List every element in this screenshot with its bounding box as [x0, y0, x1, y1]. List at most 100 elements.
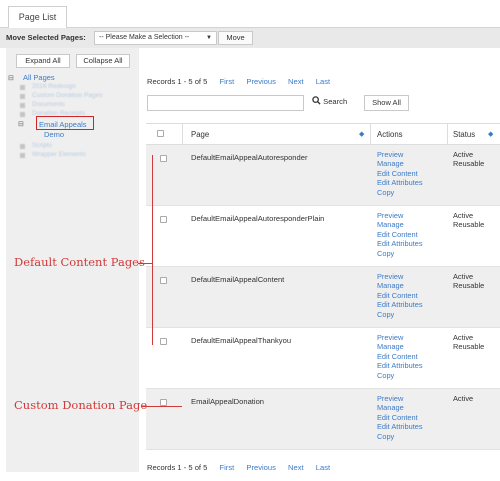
- pager-first-link[interactable]: First: [219, 77, 234, 86]
- status-value: Reusable: [453, 220, 485, 230]
- pager-next-link[interactable]: Next: [288, 463, 304, 472]
- action-preview-link[interactable]: Preview: [377, 150, 452, 159]
- folder-icon: [20, 103, 25, 108]
- tab-bar: Page List: [0, 0, 500, 29]
- action-edit-content-link[interactable]: Edit Content: [377, 291, 452, 300]
- move-pages-bar: Move Selected Pages: -- Please Make a Se…: [0, 28, 500, 48]
- page-name: EmailAppealDonation: [191, 397, 265, 406]
- pager-first-link[interactable]: First: [219, 463, 234, 472]
- action-manage-link[interactable]: Manage: [377, 220, 452, 229]
- move-pages-label: Move Selected Pages:: [6, 33, 86, 42]
- row-actions: Preview Manage Edit Content Edit Attributes…: [377, 211, 452, 258]
- page-name: DefaultEmailAppealContent: [191, 275, 285, 284]
- action-manage-link[interactable]: Manage: [377, 281, 452, 290]
- row-status: Active Reusable: [453, 333, 499, 352]
- action-edit-attributes-link[interactable]: Edit Attributes: [377, 300, 452, 309]
- table-row: DefaultEmailAppealThankyou Preview Manage E…: [146, 328, 500, 389]
- row-checkbox[interactable]: [160, 277, 167, 284]
- column-header-page[interactable]: Page: [191, 124, 209, 145]
- move-button[interactable]: Move: [218, 31, 253, 45]
- table-row: DefaultEmailAppealContent Preview Manage Ed…: [146, 267, 500, 328]
- action-edit-content-link[interactable]: Edit Content: [377, 352, 452, 361]
- tree-collapse-icon[interactable]: ⊟: [8, 74, 14, 82]
- tree-item-email-appeals[interactable]: Email Appeals: [39, 120, 87, 129]
- pager-previous-link[interactable]: Previous: [246, 463, 276, 472]
- row-checkbox[interactable]: [160, 155, 167, 162]
- sort-icon[interactable]: ◆: [488, 130, 493, 138]
- records-count: Records 1 - 5 of 5: [147, 77, 208, 86]
- action-preview-link[interactable]: Preview: [377, 333, 452, 342]
- expand-all-button[interactable]: Expand All: [16, 54, 70, 68]
- pager-bottom: Records 1 - 5 of 5 First Previous Next L…: [147, 463, 330, 472]
- action-preview-link[interactable]: Preview: [377, 394, 452, 403]
- sort-icon[interactable]: ◆: [359, 130, 364, 138]
- row-actions: Preview Manage Edit Content Edit Attributes…: [377, 150, 452, 197]
- pager-last-link[interactable]: Last: [316, 77, 330, 86]
- table-row: DefaultEmailAppealAutoresponderPlain Prev…: [146, 206, 500, 267]
- folder-icon: [20, 85, 25, 90]
- row-status: Active: [453, 394, 499, 403]
- action-edit-content-link[interactable]: Edit Content: [377, 413, 452, 422]
- action-manage-link[interactable]: Manage: [377, 159, 452, 168]
- search-button[interactable]: Search: [312, 96, 347, 106]
- action-copy-link[interactable]: Copy: [377, 310, 452, 319]
- row-actions: Preview Manage Edit Content Edit Attributes…: [377, 394, 452, 441]
- annotation-connector: [138, 263, 152, 264]
- column-divider: [370, 124, 371, 145]
- action-manage-link[interactable]: Manage: [377, 403, 452, 412]
- move-destination-select[interactable]: -- Please Make a Selection -- ▼: [94, 31, 217, 45]
- annotation-custom-donation-page: Custom Donation Page: [14, 398, 148, 412]
- annotation-bracket: [152, 155, 153, 345]
- tree-item-blurred[interactable]: Documents: [32, 101, 65, 108]
- row-checkbox[interactable]: [160, 338, 167, 345]
- tab-page-list[interactable]: Page List: [8, 6, 67, 29]
- status-value: Active: [453, 211, 474, 220]
- action-edit-content-link[interactable]: Edit Content: [377, 230, 452, 239]
- column-header-actions: Actions: [377, 130, 403, 139]
- action-edit-attributes-link[interactable]: Edit Attributes: [377, 178, 452, 187]
- page-name: DefaultEmailAppealAutoresponder: [191, 153, 308, 162]
- search-button-label: Search: [323, 97, 348, 106]
- search-input[interactable]: [147, 95, 304, 111]
- tree-item-demo[interactable]: Demo: [44, 130, 64, 139]
- show-all-button[interactable]: Show All: [364, 95, 409, 111]
- tree-item-blurred[interactable]: Scripts: [32, 142, 52, 149]
- status-value: Active: [453, 333, 474, 342]
- tree-item-blurred[interactable]: 2016 Redesign: [32, 83, 76, 90]
- row-checkbox[interactable]: [160, 216, 167, 223]
- tree-item-all-pages[interactable]: All Pages: [23, 73, 55, 82]
- records-count: Records 1 - 5 of 5: [147, 463, 208, 472]
- action-copy-link[interactable]: Copy: [377, 188, 452, 197]
- action-copy-link[interactable]: Copy: [377, 432, 452, 441]
- page-name: DefaultEmailAppealAutoresponderPlain: [191, 214, 325, 223]
- annotation-connector: [142, 406, 182, 407]
- row-actions: Preview Manage Edit Content Edit Attributes…: [377, 333, 452, 380]
- tree-item-blurred[interactable]: Wrapper Elements: [32, 151, 86, 158]
- action-preview-link[interactable]: Preview: [377, 211, 452, 220]
- annotation-default-content-pages: Default Content Pages: [14, 255, 145, 269]
- tree-item-blurred[interactable]: Custom Donation Pages: [32, 92, 102, 99]
- row-checkbox[interactable]: [160, 399, 167, 406]
- tree-collapse-icon[interactable]: ⊟: [18, 120, 24, 128]
- action-manage-link[interactable]: Manage: [377, 342, 452, 351]
- action-edit-attributes-link[interactable]: Edit Attributes: [377, 239, 452, 248]
- collapse-all-button[interactable]: Collapse All: [76, 54, 130, 68]
- action-edit-attributes-link[interactable]: Edit Attributes: [377, 422, 452, 431]
- pager-last-link[interactable]: Last: [316, 463, 330, 472]
- pages-table: Page ◆ Actions Status ◆ DefaultEmailAppe…: [146, 123, 500, 457]
- pager-previous-link[interactable]: Previous: [246, 77, 276, 86]
- chevron-down-icon: ▼: [206, 35, 212, 41]
- move-select-value: -- Please Make a Selection --: [99, 34, 190, 41]
- status-value: Reusable: [453, 159, 485, 169]
- column-header-status[interactable]: Status: [453, 124, 475, 145]
- table-row: EmailAppealDonation Preview Manage Edit Con…: [146, 389, 500, 450]
- folder-icon: [20, 153, 25, 158]
- action-edit-attributes-link[interactable]: Edit Attributes: [377, 361, 452, 370]
- select-all-checkbox[interactable]: [157, 130, 164, 137]
- row-status: Active Reusable: [453, 211, 499, 230]
- action-preview-link[interactable]: Preview: [377, 272, 452, 281]
- action-copy-link[interactable]: Copy: [377, 249, 452, 258]
- action-edit-content-link[interactable]: Edit Content: [377, 169, 452, 178]
- pager-next-link[interactable]: Next: [288, 77, 304, 86]
- action-copy-link[interactable]: Copy: [377, 371, 452, 380]
